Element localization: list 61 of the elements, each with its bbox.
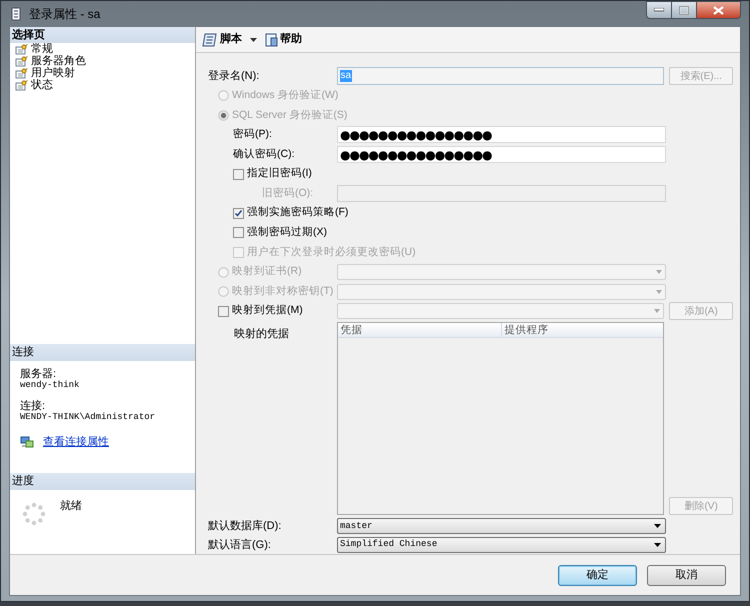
dropdown-arrow-icon	[654, 542, 661, 547]
help-icon	[265, 32, 278, 46]
server-name: wendy-think	[20, 380, 80, 390]
dropdown-arrow-icon	[654, 309, 660, 314]
page-item[interactable]: 用户映射	[15, 67, 190, 79]
maximize-icon	[679, 6, 689, 14]
page-key-icon	[15, 68, 28, 78]
option-label: 映射到凭据(M)	[232, 303, 303, 318]
default-language-label: 默认语言(G):	[208, 538, 272, 553]
page-item[interactable]: 服务器角色	[15, 55, 190, 67]
option-label: 强制实施密码策略(F)	[247, 205, 348, 220]
dropdown-arrow-icon	[656, 290, 662, 294]
password-label: 旧密码(O):	[261, 186, 314, 201]
password-label: 密码(P):	[233, 127, 273, 142]
option-label: 用户在下次登录时必须更改密码(U)	[247, 244, 416, 260]
window-icon	[11, 6, 21, 20]
default-language-dropdown[interactable]: Simplified Chinese	[337, 536, 666, 553]
connection-properties-link[interactable]: 查看连接属性	[43, 434, 109, 450]
option-label: 强制密码过期(X)	[247, 225, 327, 240]
network-icon	[20, 436, 34, 449]
section-header: 选择页	[10, 27, 195, 43]
login-name-label: 登录名(N):	[208, 68, 260, 84]
option-label: Windows 身份验证(W)	[232, 88, 338, 103]
script-icon	[202, 32, 218, 46]
section-header: 进度	[10, 473, 195, 490]
close-button[interactable]	[697, 1, 741, 19]
minimize-button[interactable]	[646, 1, 672, 19]
option-label: 指定旧密码(I)	[247, 166, 312, 182]
dropdown-arrow-icon	[654, 524, 661, 528]
column-header[interactable]: 凭据	[338, 323, 502, 338]
window-title: 登录属性 - sa	[29, 6, 100, 22]
help-button[interactable]: 帮助	[265, 31, 302, 48]
default-database-label: 默认数据库(D):	[208, 518, 282, 534]
cancel-button[interactable]: 取消	[647, 564, 726, 586]
page-item[interactable]: 状态	[15, 79, 190, 91]
option-label: 映射到非对称密钥(T)	[232, 284, 334, 299]
page-item[interactable]: 常规	[15, 43, 190, 55]
page-key-icon	[15, 56, 28, 66]
mapped-credentials-label: 映射的凭据	[233, 327, 290, 342]
progress-status: 就绪	[60, 499, 82, 514]
connection-label: 连接:	[20, 401, 46, 412]
server-label: 服务器:	[20, 369, 58, 380]
section-header: 连接	[10, 344, 195, 361]
column-header[interactable]: 提供程序	[502, 323, 664, 338]
dropdown-caret-icon[interactable]	[250, 38, 257, 42]
ok-button[interactable]: 确定	[558, 564, 637, 586]
dropdown-arrow-icon	[656, 270, 662, 274]
default-database-dropdown[interactable]: master	[337, 518, 666, 534]
checkbox[interactable]	[218, 306, 229, 317]
password-label: 确认密码(C):	[233, 146, 296, 162]
close-icon	[713, 6, 724, 14]
connection-name: WENDY-THINK\Administrator	[20, 412, 156, 422]
credentials-grid[interactable]: 凭据 提供程序	[336, 322, 664, 516]
option-label: SQL Server 身份验证(S)	[232, 108, 348, 123]
script-button[interactable]: 脚本	[202, 31, 242, 48]
minimize-icon	[654, 8, 664, 12]
spinner-icon	[22, 502, 46, 526]
page-key-icon	[15, 80, 28, 90]
maximize-button[interactable]	[672, 1, 697, 19]
page-key-icon	[15, 44, 28, 54]
option-label: 映射到证书(R)	[232, 264, 302, 280]
